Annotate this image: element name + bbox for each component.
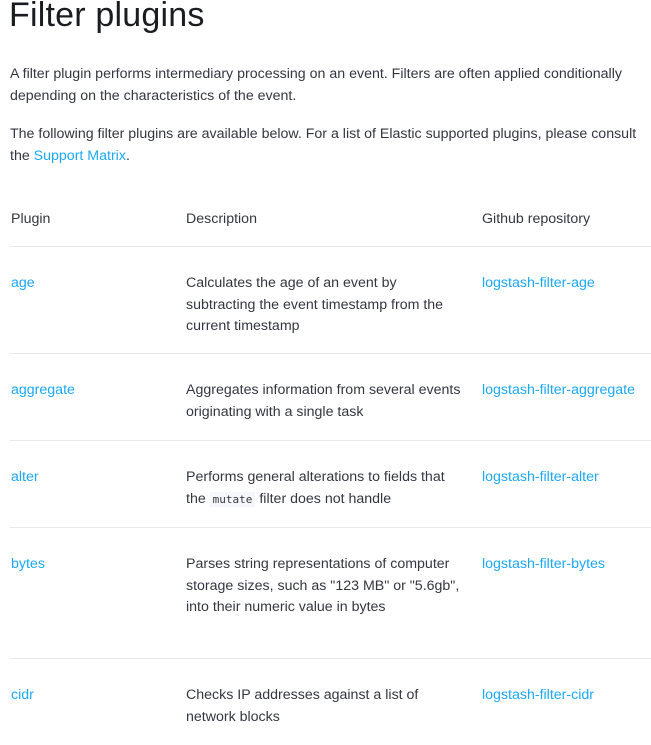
plugin-link[interactable]: aggregate xyxy=(11,380,75,402)
plugin-description: Performs general alterations to fields t… xyxy=(186,467,464,510)
table-row: alter Performs general alterations to fi… xyxy=(10,441,651,528)
repo-link[interactable]: logstash-filter-alter xyxy=(482,467,599,489)
plugin-link[interactable]: alter xyxy=(11,467,39,489)
plugin-link[interactable]: bytes xyxy=(11,554,45,576)
plugin-description: Calculates the age of an event by subtra… xyxy=(186,275,444,334)
header-repository: Github repository xyxy=(482,211,591,227)
repo-link[interactable]: logstash-filter-cidr xyxy=(482,685,594,707)
repo-link[interactable]: logstash-filter-age xyxy=(482,273,595,295)
plugin-link[interactable]: cidr xyxy=(11,685,34,707)
support-paragraph: The following filter plugins are availab… xyxy=(10,123,650,167)
support-text-end: . xyxy=(125,148,130,164)
description-text-end: filter does not handle xyxy=(255,490,392,507)
repo-link[interactable]: logstash-filter-bytes xyxy=(482,554,605,576)
plugin-description: Aggregates information from several even… xyxy=(186,382,461,420)
repo-link[interactable]: logstash-filter-aggregate xyxy=(482,380,635,402)
header-description: Description xyxy=(186,211,257,227)
table-row: cidr Checks IP addresses against a list … xyxy=(10,659,651,745)
table-row: bytes Parses string representations of c… xyxy=(10,528,651,659)
plugin-description: Checks IP addresses against a list of ne… xyxy=(186,687,419,725)
table-header: Plugin Description Github repository xyxy=(10,200,651,247)
table-row: age Calculates the age of an event by su… xyxy=(10,247,651,354)
page-title: Filter plugins xyxy=(9,0,205,34)
support-matrix-link[interactable]: Support Matrix xyxy=(34,148,126,164)
table-row: aggregate Aggregates information from se… xyxy=(10,354,651,441)
header-plugin: Plugin xyxy=(11,211,51,227)
inline-code: mutate xyxy=(209,491,256,507)
plugin-description: Parses string representations of compute… xyxy=(186,556,460,615)
plugin-link[interactable]: age xyxy=(11,273,35,295)
intro-paragraph: A filter plugin performs intermediary pr… xyxy=(10,66,622,104)
plugins-table: Plugin Description Github repository age… xyxy=(10,200,651,745)
